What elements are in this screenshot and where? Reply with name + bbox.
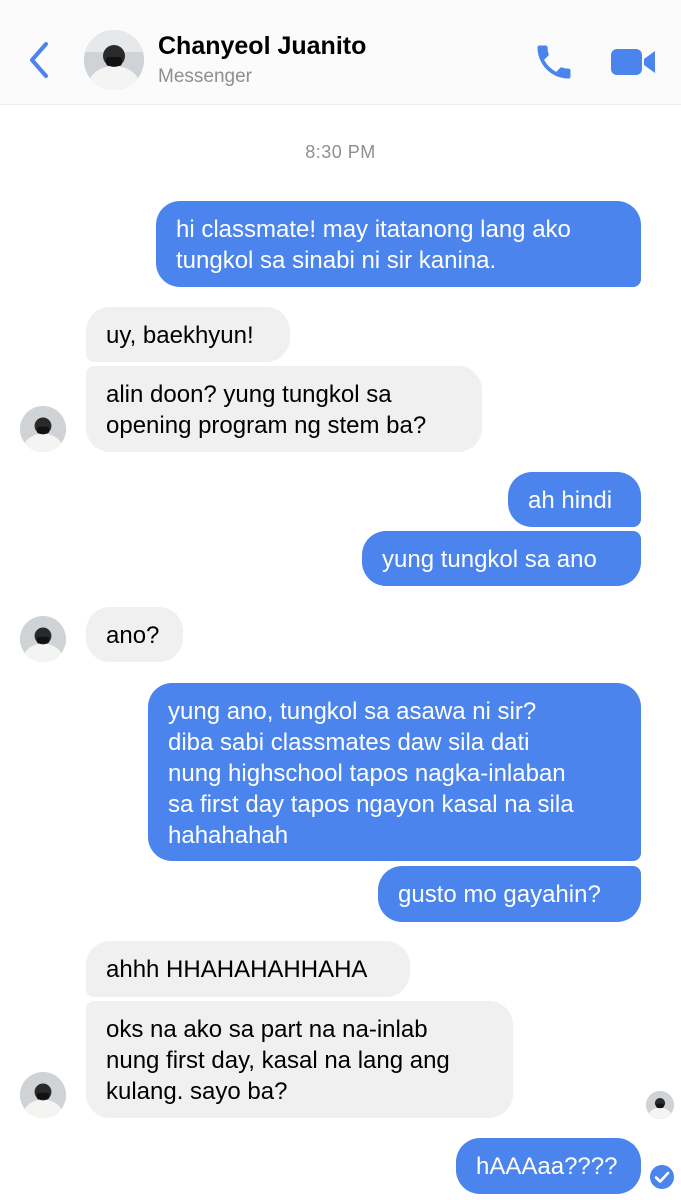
video-camera-icon[interactable] xyxy=(608,40,658,84)
chevron-left-icon[interactable] xyxy=(24,38,54,82)
platform-label: Messenger xyxy=(158,66,252,87)
message-bubble-outgoing[interactable]: hAAAaa???? xyxy=(456,1138,641,1194)
message-bubble-outgoing[interactable]: gusto mo gayahin? xyxy=(378,866,641,922)
contact-avatar[interactable] xyxy=(84,30,144,90)
message-bubble-outgoing[interactable]: yung ano, tungkol sa asawa ni sir? diba … xyxy=(148,683,641,861)
contact-name[interactable]: Chanyeol Juanito xyxy=(158,32,366,61)
contact-avatar[interactable] xyxy=(20,1072,66,1118)
phone-icon[interactable] xyxy=(532,40,576,84)
seen-check-icon xyxy=(650,1165,674,1189)
message-bubble-incoming[interactable]: ahhh HHAHAHAHHAHA xyxy=(86,941,410,997)
message-bubble-outgoing[interactable]: ah hindi xyxy=(508,472,641,527)
chat-header: Chanyeol Juanito Messenger xyxy=(0,0,681,105)
message-bubble-incoming[interactable]: uy, baekhyun! xyxy=(86,307,290,362)
message-timestamp: 8:30 PM xyxy=(305,142,376,162)
message-bubble-incoming[interactable]: alin doon? yung tungkol sa opening progr… xyxy=(86,366,482,452)
message-bubble-incoming[interactable]: ano? xyxy=(86,607,183,662)
seen-receipt-avatar xyxy=(646,1091,674,1119)
message-bubble-incoming[interactable]: oks na ako sa part na na-inlab nung firs… xyxy=(86,1001,513,1118)
message-bubble-outgoing[interactable]: hi classmate! may itatanong lang ako tun… xyxy=(156,201,641,287)
message-bubble-outgoing[interactable]: yung tungkol sa ano xyxy=(362,531,641,586)
contact-avatar[interactable] xyxy=(20,406,66,452)
contact-avatar[interactable] xyxy=(20,616,66,662)
